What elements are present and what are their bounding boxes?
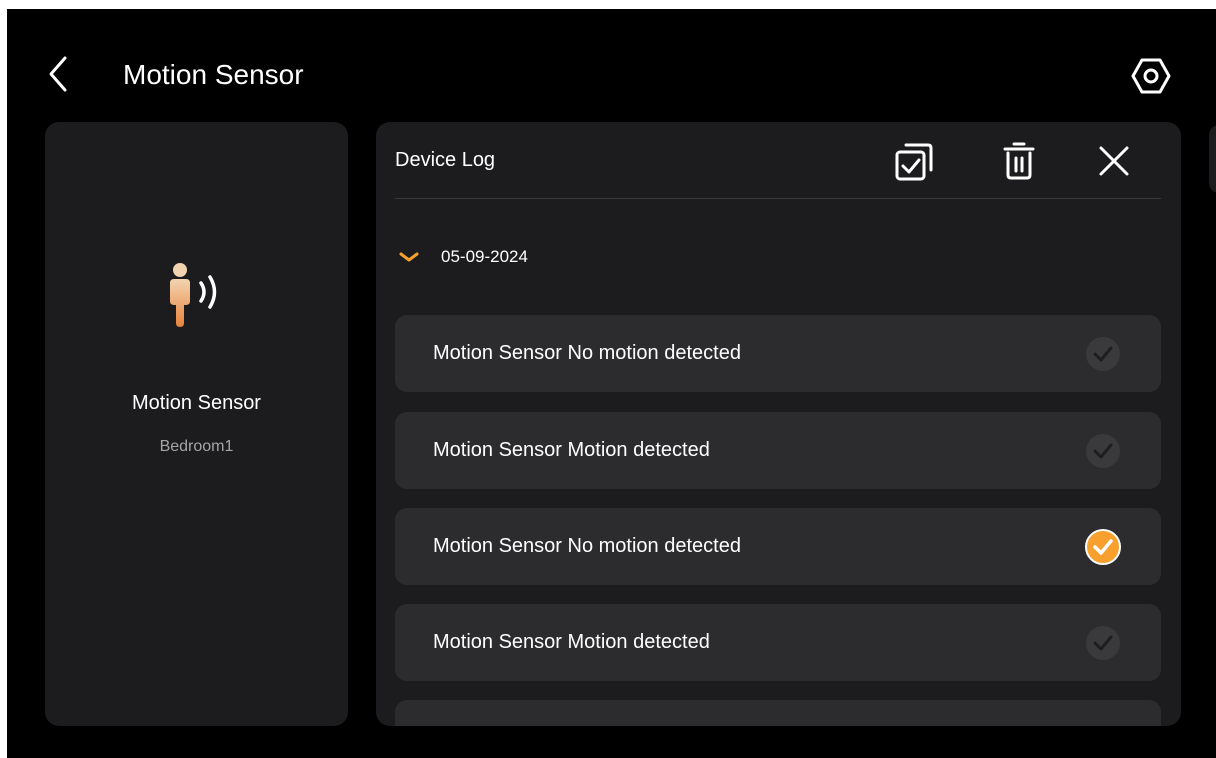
- unchecked-circle-icon[interactable]: [1085, 433, 1121, 469]
- device-name: Motion Sensor: [132, 392, 261, 414]
- device-card: Motion Sensor Bedroom1: [45, 122, 348, 726]
- log-title: Device Log: [395, 149, 496, 171]
- side-drawer-handle[interactable]: [1209, 125, 1216, 193]
- page-title: Motion Sensor: [123, 59, 304, 90]
- device-room: Bedroom1: [159, 438, 234, 455]
- motion-sensor-person-icon: [170, 263, 217, 327]
- chevron-down-icon: [399, 252, 419, 262]
- select-all-button[interactable]: [891, 138, 937, 184]
- log-entry[interactable]: Motion Sensor No motion detected: [395, 508, 1161, 585]
- settings-button[interactable]: [1129, 56, 1173, 96]
- chevron-left-icon: [49, 56, 67, 92]
- log-entry-partial[interactable]: [395, 700, 1161, 726]
- device-log-panel: Device Log 05-09-2024 Motion Sensor No m…: [376, 122, 1181, 726]
- close-icon: [1099, 146, 1129, 176]
- log-entry-text: Motion Sensor No motion detected: [433, 342, 741, 364]
- screen: Motion Sensor Motion Sensor Bedroom1 Dev…: [7, 9, 1216, 758]
- log-entry[interactable]: Motion Sensor Motion detected: [395, 604, 1161, 681]
- unchecked-circle-icon[interactable]: [1085, 336, 1121, 372]
- log-divider: [395, 198, 1161, 199]
- select-all-icon: [895, 143, 933, 181]
- delete-button[interactable]: [996, 138, 1042, 184]
- date-group-header[interactable]: 05-09-2024: [395, 240, 528, 274]
- trash-icon: [1003, 142, 1035, 180]
- checked-circle-icon[interactable]: [1085, 529, 1121, 565]
- log-entry-text: Motion Sensor No motion detected: [433, 535, 741, 557]
- date-label: 05-09-2024: [441, 247, 528, 266]
- hexagon-settings-icon: [1131, 58, 1171, 94]
- log-entry[interactable]: Motion Sensor Motion detected: [395, 412, 1161, 489]
- unchecked-circle-icon[interactable]: [1085, 625, 1121, 661]
- log-entry-text: Motion Sensor Motion detected: [433, 631, 710, 653]
- log-entry-text: Motion Sensor Motion detected: [433, 439, 710, 461]
- log-entry[interactable]: Motion Sensor No motion detected: [395, 315, 1161, 392]
- back-button[interactable]: [45, 54, 75, 94]
- close-button[interactable]: [1091, 138, 1137, 184]
